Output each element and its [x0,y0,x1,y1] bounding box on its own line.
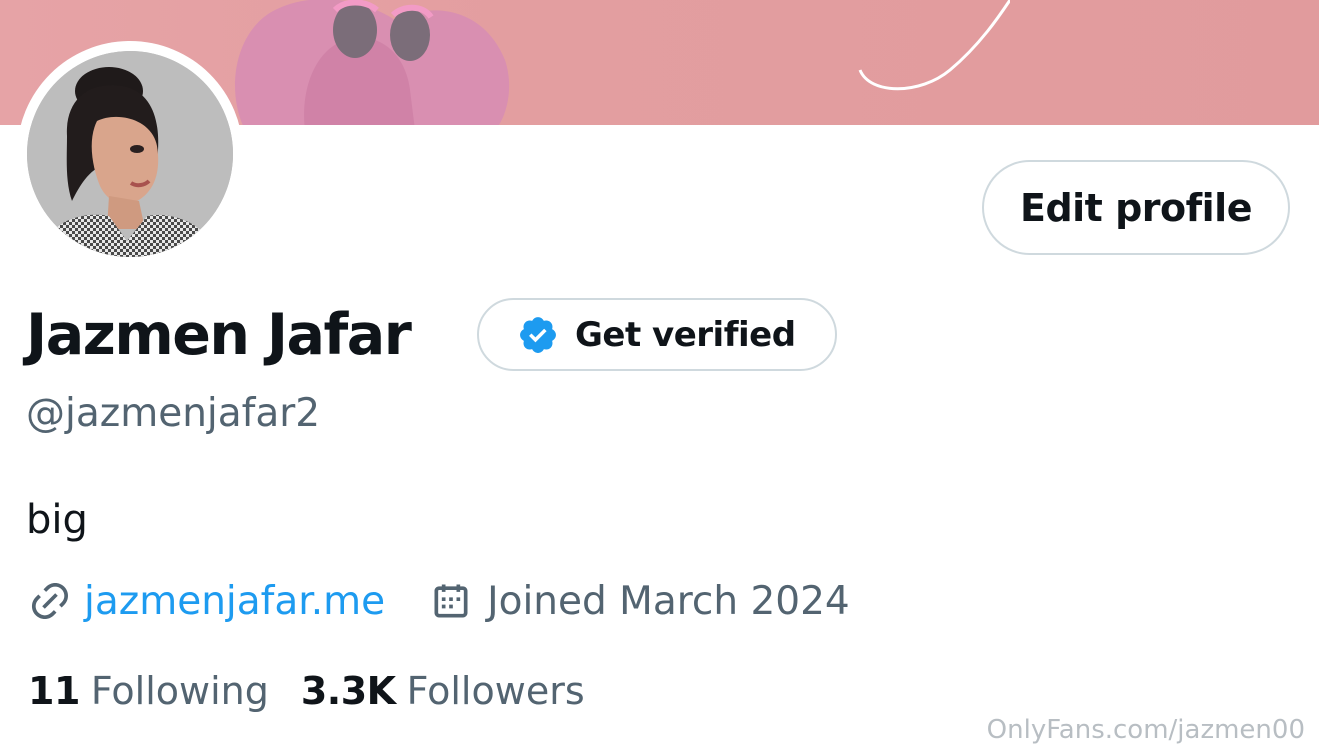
following-count: 11 [28,669,80,713]
avatar-image [27,51,233,257]
profile-handle: @jazmenjafar2 [26,391,321,436]
following-link[interactable]: 11 Following [28,669,269,713]
get-verified-button[interactable]: Get verified [477,298,837,371]
followers-link[interactable]: 3.3K Followers [301,669,585,713]
profile-stats: 11 Following 3.3K Followers [28,663,617,719]
edit-profile-button[interactable]: Edit profile [982,160,1290,255]
website-link[interactable]: jazmenjafar.me [84,579,385,624]
website-item: jazmenjafar.me [28,579,385,624]
verified-badge-icon [520,316,556,353]
joined-date: Joined March 2024 [487,578,850,624]
link-icon [31,582,69,620]
following-label: Following [90,669,269,713]
banner-swoosh [858,0,1010,91]
joined-item: Joined March 2024 [429,579,850,624]
profile-meta: jazmenjafar.me Joined March 2024 [28,573,894,629]
banner-photo [235,0,510,125]
display-name: Jazmen Jafar [26,302,412,368]
watermark: OnlyFans.com/jazmen00 [986,715,1305,745]
avatar[interactable] [27,51,233,257]
get-verified-label: Get verified [575,314,796,355]
followers-count: 3.3K [300,669,396,713]
calendar-icon [434,584,468,618]
profile-bio: big [26,497,88,543]
profile-page: Edit profile Jazmen Jafar Get verified @… [0,0,1319,755]
followers-label: Followers [406,669,585,713]
